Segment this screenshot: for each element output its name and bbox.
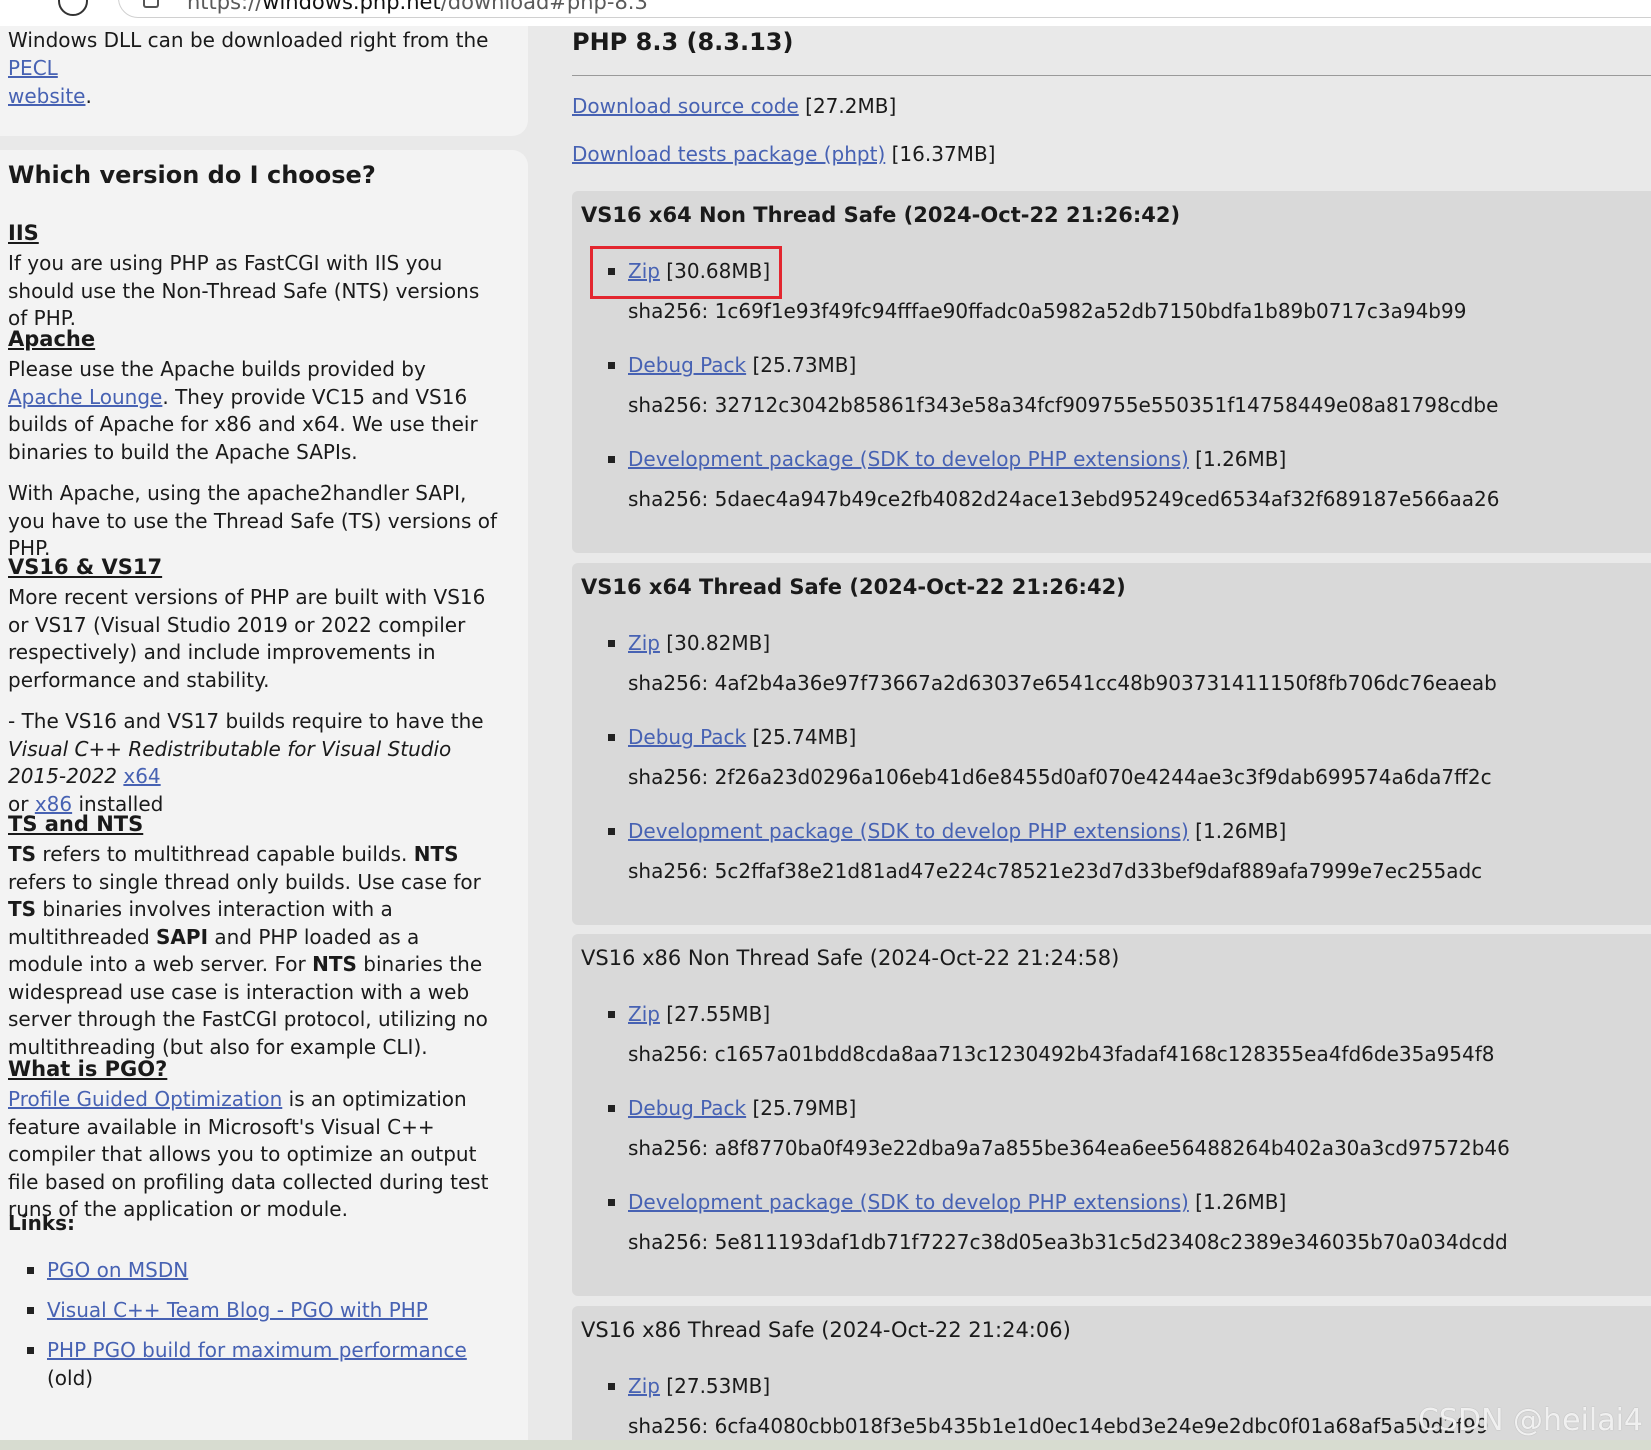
zip-link[interactable]: Zip [628, 259, 660, 283]
dev-package-link[interactable]: Development package (SDK to develop PHP … [628, 819, 1189, 843]
site-info-icon[interactable] [143, 0, 159, 8]
bullet-icon [608, 268, 615, 275]
ts-heading: TS and NTS [8, 812, 144, 836]
bullet-icon [608, 456, 615, 463]
pgo-build-link[interactable]: PHP PGO build for maximum performance [47, 1338, 467, 1362]
build-title: VS16 x64 Non Thread Safe (2024-Oct-22 21… [581, 203, 1181, 227]
sha256-text: sha256: 6cfa4080cbb018f3e5b435b1e1d0ec14… [628, 1414, 1489, 1438]
ts-text: TS refers to multithread capable builds.… [8, 842, 488, 1059]
vs-text: More recent versions of PHP are built wi… [8, 585, 486, 692]
list-item: PGO on MSDN [8, 1256, 498, 1296]
bullet-icon [608, 734, 615, 741]
pgo-link[interactable]: Profile Guided Optimization [8, 1087, 282, 1111]
vs-heading: VS16 & VS17 [8, 555, 163, 579]
download-tests-link[interactable]: Download tests package (phpt) [572, 142, 885, 166]
apache-heading: Apache [8, 327, 96, 351]
build-title: VS16 x86 Thread Safe (2024-Oct-22 21:24:… [581, 1318, 1071, 1342]
list-item: Visual C++ Team Blog - PGO with PHP [8, 1296, 498, 1336]
pecl-link[interactable]: PECL [8, 56, 58, 80]
bullet-icon [608, 362, 615, 369]
choose-heading: Which version do I choose? [8, 161, 376, 189]
bullet-icon [608, 1105, 615, 1112]
reload-icon[interactable] [58, 0, 88, 16]
bottom-strip [0, 1440, 1651, 1450]
bullet-icon [608, 1199, 615, 1206]
build-title: VS16 x86 Non Thread Safe (2024-Oct-22 21… [581, 946, 1120, 970]
apache-lounge-link[interactable]: Apache Lounge [8, 385, 162, 409]
url-text[interactable]: https://windows.php.net/download#php-8.3 [187, 0, 648, 14]
apache-text: Please use the Apache builds provided by… [8, 357, 478, 464]
sha256-text: sha256: 5c2ffaf38e21d81ad47e224c78521e23… [628, 859, 1483, 883]
bullet-icon [608, 1383, 615, 1390]
pgo-msdn-link[interactable]: PGO on MSDN [47, 1258, 188, 1282]
version-title: PHP 8.3 (8.3.13) [572, 28, 794, 56]
bullet-icon [608, 828, 615, 835]
version-help-panel: Which version do I choose? IIS If you ar… [0, 150, 528, 1440]
sha256-text: sha256: 4af2b4a36e97f73667a2d63037e6541c… [628, 671, 1497, 695]
sha256-text: sha256: 2f26a23d0296a106eb41d6e8455d0af0… [628, 765, 1492, 789]
vc-blog-link[interactable]: Visual C++ Team Blog - PGO with PHP [47, 1298, 428, 1322]
source-download: Download source code [27.2MB] [572, 94, 897, 118]
debug-pack-link[interactable]: Debug Pack [628, 353, 746, 377]
downloads-section: PHP 8.3 (8.3.13) Download source code [2… [572, 26, 1651, 1446]
links-heading: Links: [8, 1211, 76, 1235]
iis-heading: IIS [8, 221, 39, 245]
sha256-text: sha256: 1c69f1e93f49fc94fffae90ffadc0a59… [628, 299, 1467, 323]
pgo-text: Profile Guided Optimization is an optimi… [8, 1087, 489, 1221]
build-vs16-x86-nts: VS16 x86 Non Thread Safe (2024-Oct-22 21… [572, 934, 1651, 1296]
build-vs16-x64-nts: VS16 x64 Non Thread Safe (2024-Oct-22 21… [572, 191, 1651, 553]
apache-text2: With Apache, using the apache2handler SA… [8, 481, 498, 560]
pecl-website-link[interactable]: website [8, 84, 85, 108]
sha256-text: sha256: 32712c3042b85861f343e58a34fcf909… [628, 393, 1499, 417]
pecl-card: Windows DLL can be downloaded right from… [0, 26, 528, 136]
debug-pack-link[interactable]: Debug Pack [628, 725, 746, 749]
zip-link[interactable]: Zip [628, 1002, 660, 1026]
build-vs16-x64-ts: VS16 x64 Thread Safe (2024-Oct-22 21:26:… [572, 563, 1651, 925]
browser-address-bar[interactable]: https://windows.php.net/download#php-8.3 [0, 0, 1651, 26]
dev-package-link[interactable]: Development package (SDK to develop PHP … [628, 1190, 1189, 1214]
zip-link[interactable]: Zip [628, 631, 660, 655]
bullet-icon [608, 1011, 615, 1018]
pgo-links-list: PGO on MSDN Visual C++ Team Blog - PGO w… [8, 1256, 498, 1390]
zip-link[interactable]: Zip [628, 1374, 660, 1398]
build-title: VS16 x64 Thread Safe (2024-Oct-22 21:26:… [581, 575, 1126, 599]
vs-requirement: - The VS16 and VS17 builds require to ha… [8, 709, 484, 816]
vcredist-x64-link[interactable]: x64 [123, 764, 160, 788]
sha256-text: sha256: 5daec4a947b49ce2fb4082d24ace13eb… [628, 487, 1500, 511]
divider [572, 75, 1651, 76]
pecl-text: Windows DLL can be downloaded right from… [8, 28, 489, 108]
iis-text: If you are using PHP as FastCGI with IIS… [8, 251, 480, 330]
dev-package-link[interactable]: Development package (SDK to develop PHP … [628, 447, 1189, 471]
watermark: CSDN @heilai4 [1417, 1403, 1643, 1438]
list-item: PHP PGO build for maximum performance (o… [8, 1336, 498, 1390]
sha256-text: sha256: a8f8770ba0f493e22dba9a7a855be364… [628, 1136, 1510, 1160]
pgo-heading: What is PGO? [8, 1057, 168, 1081]
tests-download: Download tests package (phpt) [16.37MB] [572, 142, 996, 166]
debug-pack-link[interactable]: Debug Pack [628, 1096, 746, 1120]
download-source-link[interactable]: Download source code [572, 94, 799, 118]
sha256-text: sha256: 5e811193daf1db71f7227c38d05ea3b3… [628, 1230, 1508, 1254]
bullet-icon [608, 640, 615, 647]
sha256-text: sha256: c1657a01bdd8cda8aa713c1230492b43… [628, 1042, 1495, 1066]
